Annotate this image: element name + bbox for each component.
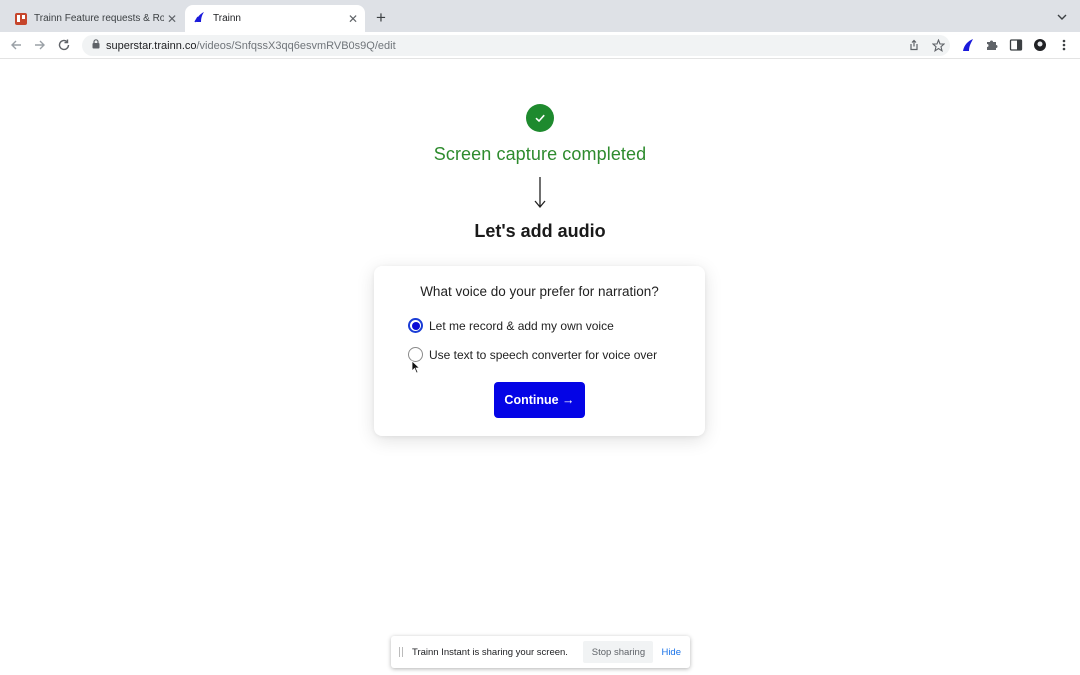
profile-avatar-icon[interactable] xyxy=(1032,37,1048,53)
extensions-puzzle-icon[interactable] xyxy=(984,37,1000,53)
sharing-message: Trainn Instant is sharing your screen. xyxy=(412,646,568,658)
mouse-cursor-icon xyxy=(411,360,421,374)
status-title: Screen capture completed xyxy=(433,144,647,164)
option-label: Let me record & add my own voice xyxy=(429,318,614,333)
option-text-to-speech[interactable]: Use text to speech converter for voice o… xyxy=(408,347,657,362)
url-path: /videos/SnfqssX3qq6esvmRVB0s9Q/edit xyxy=(196,39,396,52)
tab-title: Trainn xyxy=(213,13,241,24)
reload-icon[interactable] xyxy=(56,37,72,53)
back-arrow-icon[interactable] xyxy=(8,37,24,53)
screen-sharing-bar: Trainn Instant is sharing your screen. S… xyxy=(391,636,690,668)
down-arrow-icon xyxy=(530,176,550,210)
trello-icon xyxy=(15,12,27,25)
option-record-own-voice[interactable]: Let me record & add my own voice xyxy=(408,318,614,333)
continue-button[interactable]: Continue → xyxy=(494,382,585,418)
new-tab-icon[interactable]: + xyxy=(372,9,390,27)
forward-arrow-icon[interactable] xyxy=(32,37,48,53)
browser-tab-strip: Trainn Feature requests & Roa ✕ Trainn ✕… xyxy=(0,0,1080,32)
option-label: Use text to speech converter for voice o… xyxy=(429,347,658,362)
url-host: superstar.trainn.co xyxy=(106,39,197,52)
hide-button[interactable]: Hide xyxy=(661,647,681,658)
bookmark-star-icon[interactable] xyxy=(930,37,946,53)
success-check-icon xyxy=(526,104,554,132)
stop-sharing-button[interactable]: Stop sharing xyxy=(583,641,654,663)
close-tab-icon[interactable]: ✕ xyxy=(164,11,180,27)
radio-record-own-voice[interactable] xyxy=(408,318,423,333)
tab-trainn[interactable]: Trainn ✕ xyxy=(185,5,365,32)
side-panel-icon[interactable] xyxy=(1008,37,1024,53)
step-title: Let's add audio xyxy=(474,221,606,241)
drag-handle-icon[interactable] xyxy=(399,647,403,657)
voice-preference-card: What voice do your prefer for narration?… xyxy=(374,266,705,436)
trainn-logo-icon xyxy=(194,11,206,26)
kebab-menu-icon[interactable] xyxy=(1056,37,1072,53)
tab-title: Trainn Feature requests & Roa xyxy=(34,13,164,24)
share-page-icon[interactable] xyxy=(906,37,922,53)
close-tab-icon[interactable]: ✕ xyxy=(345,11,361,27)
lock-icon xyxy=(92,39,100,52)
trainn-extension-icon[interactable] xyxy=(960,37,976,53)
address-bar[interactable]: superstar.trainn.co/videos/SnfqssX3qq6es… xyxy=(82,35,950,56)
question-text: What voice do your prefer for narration? xyxy=(420,284,659,299)
tab-trainn-feature-requests[interactable]: Trainn Feature requests & Roa ✕ xyxy=(8,5,184,32)
chevron-down-icon[interactable] xyxy=(1054,9,1070,25)
browser-toolbar: superstar.trainn.co/videos/SnfqssX3qq6es… xyxy=(0,32,1080,59)
